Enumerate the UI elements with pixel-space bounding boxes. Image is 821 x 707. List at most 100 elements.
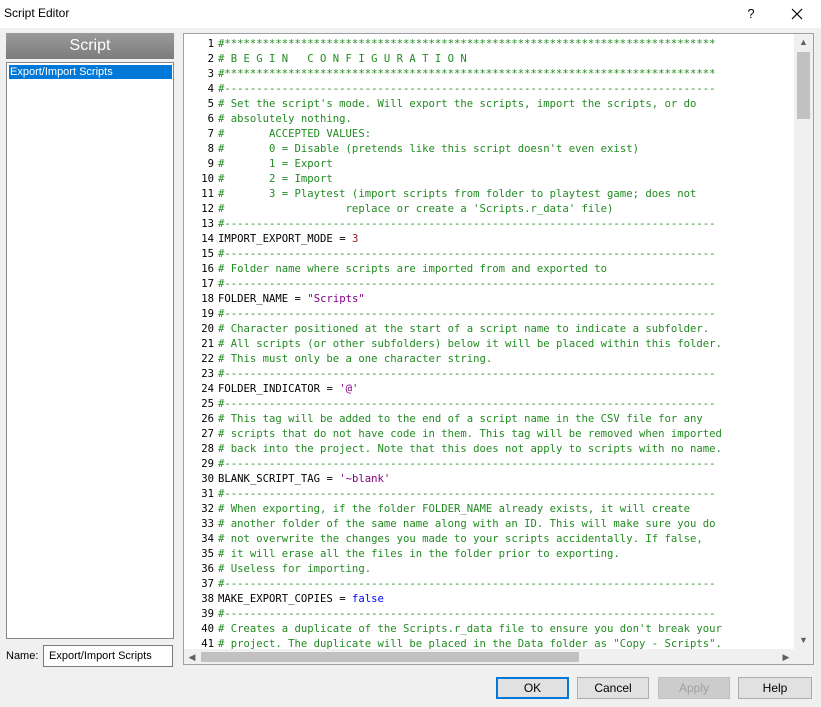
line-number: 12 bbox=[201, 203, 214, 215]
line-number: 20 bbox=[201, 323, 214, 335]
help-button[interactable]: Help bbox=[738, 677, 812, 699]
code-line[interactable]: 36 # Useless for importing. bbox=[184, 562, 780, 577]
line-number: 37 bbox=[201, 578, 214, 590]
code-line[interactable]: 1 #**************************************… bbox=[184, 37, 780, 52]
scroll-up-arrow-icon[interactable]: ▲ bbox=[794, 34, 813, 51]
code-comment: # 0 = Disable (pretends like this script… bbox=[218, 143, 639, 155]
code-line[interactable]: 7 # ACCEPTED VALUES: bbox=[184, 127, 780, 142]
code-comment: # another folder of the same name along … bbox=[218, 518, 716, 530]
line-number: 23 bbox=[201, 368, 214, 380]
help-title-button[interactable]: ? bbox=[736, 0, 766, 28]
code-line[interactable]: 10 # 2 = Import bbox=[184, 172, 780, 187]
code-line[interactable]: 25 #-------------------------------------… bbox=[184, 397, 780, 412]
code-line[interactable]: 29 #-------------------------------------… bbox=[184, 457, 780, 472]
code-comment: # Set the script's mode. Will export the… bbox=[218, 98, 697, 110]
code-assignment: FOLDER_NAME = "Scripts" bbox=[214, 292, 365, 307]
code-comment: #---------------------------------------… bbox=[218, 608, 716, 620]
code-line[interactable]: 26 # This tag will be added to the end of… bbox=[184, 412, 780, 427]
code-line[interactable]: 2 # B E G I N C O N F I G U R A T I O N bbox=[184, 52, 780, 67]
code-line[interactable]: 24 FOLDER_INDICATOR = '@' bbox=[184, 382, 780, 397]
close-icon bbox=[791, 8, 803, 20]
vertical-scrollbar[interactable]: ▲ ▼ bbox=[794, 34, 813, 649]
code-line[interactable]: 6 # absolutely nothing. bbox=[184, 112, 780, 127]
line-number: 10 bbox=[201, 173, 214, 185]
code-comment: # B E G I N C O N F I G U R A T I O N bbox=[218, 53, 467, 65]
code-line[interactable]: 9 # 1 = Export bbox=[184, 157, 780, 172]
line-number: 3 bbox=[207, 68, 214, 80]
code-line[interactable]: 18 FOLDER_NAME = "Scripts" bbox=[184, 292, 780, 307]
name-input[interactable]: Export/Import Scripts bbox=[43, 645, 173, 667]
assign-operator: = bbox=[320, 383, 340, 395]
line-number: 34 bbox=[201, 533, 214, 545]
code-line[interactable]: 23 #-------------------------------------… bbox=[184, 367, 780, 382]
line-number: 9 bbox=[207, 158, 214, 170]
code-line[interactable]: 4 #--------------------------------------… bbox=[184, 82, 780, 97]
code-line[interactable]: 15 #-------------------------------------… bbox=[184, 247, 780, 262]
line-number: 4 bbox=[207, 83, 214, 95]
line-number: 7 bbox=[207, 128, 214, 140]
code-line[interactable]: 3 #**************************************… bbox=[184, 67, 780, 82]
code-line[interactable]: 13 #-------------------------------------… bbox=[184, 217, 780, 232]
line-number: 21 bbox=[201, 338, 214, 350]
code-comment: # not overwrite the changes you made to … bbox=[218, 533, 703, 545]
code-line[interactable]: 32 # When exporting, if the folder FOLDER… bbox=[184, 502, 780, 517]
cancel-button[interactable]: Cancel bbox=[577, 677, 649, 699]
constant-value: '@' bbox=[339, 383, 359, 395]
line-number: 27 bbox=[201, 428, 214, 440]
code-comment: # 2 = Import bbox=[218, 173, 333, 185]
code-comment: #---------------------------------------… bbox=[218, 83, 716, 95]
horizontal-scroll-thumb[interactable] bbox=[201, 652, 579, 662]
script-list-item[interactable]: Export/Import Scripts bbox=[9, 65, 172, 79]
code-line[interactable]: 27 # scripts that do not have code in the… bbox=[184, 427, 780, 442]
scroll-right-arrow-icon[interactable]: ▶ bbox=[778, 649, 794, 664]
code-comment: #***************************************… bbox=[218, 68, 716, 80]
code-line[interactable]: 19 #-------------------------------------… bbox=[184, 307, 780, 322]
code-line[interactable]: 34 # not overwrite the changes you made t… bbox=[184, 532, 780, 547]
line-number: 8 bbox=[207, 143, 214, 155]
code-line[interactable]: 22 # This must only be a one character st… bbox=[184, 352, 780, 367]
line-number: 13 bbox=[201, 218, 214, 230]
scroll-left-arrow-icon[interactable]: ◀ bbox=[184, 649, 200, 664]
constant-name: FOLDER_INDICATOR bbox=[218, 383, 321, 395]
code-line[interactable]: 28 # back into the project. Note that thi… bbox=[184, 442, 780, 457]
code-line[interactable]: 11 # 3 = Playtest (import scripts from fo… bbox=[184, 187, 780, 202]
code-editor[interactable]: 1 #**************************************… bbox=[183, 33, 814, 665]
code-line[interactable]: 5 # Set the script's mode. Will export th… bbox=[184, 97, 780, 112]
code-comment: # Folder name where scripts are imported… bbox=[218, 263, 608, 275]
script-list-header: Script bbox=[6, 33, 174, 59]
horizontal-scrollbar[interactable]: ◀ ▶ bbox=[184, 649, 794, 664]
assign-operator: = bbox=[288, 293, 308, 305]
code-line[interactable]: 14 IMPORT_EXPORT_MODE = 3 bbox=[184, 232, 780, 247]
constant-value: false bbox=[351, 593, 384, 605]
code-line[interactable]: 35 # it will erase all the files in the f… bbox=[184, 547, 780, 562]
assign-operator: = bbox=[332, 233, 352, 245]
name-label: Name: bbox=[6, 650, 39, 662]
code-line[interactable]: 37 #-------------------------------------… bbox=[184, 577, 780, 592]
code-line[interactable]: 30 BLANK_SCRIPT_TAG = '~blank' bbox=[184, 472, 780, 487]
line-number: 18 bbox=[201, 293, 214, 305]
code-line[interactable]: 21 # All scripts (or other subfolders) be… bbox=[184, 337, 780, 352]
line-number: 5 bbox=[207, 98, 214, 110]
code-line[interactable]: 39 #-------------------------------------… bbox=[184, 607, 780, 622]
code-line[interactable]: 8 # 0 = Disable (pretends like this scrip… bbox=[184, 142, 780, 157]
line-number: 26 bbox=[201, 413, 214, 425]
code-line[interactable]: 38 MAKE_EXPORT_COPIES = false bbox=[184, 592, 780, 607]
code-line[interactable]: 16 # Folder name where scripts are import… bbox=[184, 262, 780, 277]
code-line[interactable]: 12 # replace or create a 'Scripts.r_data'… bbox=[184, 202, 780, 217]
code-comment: # back into the project. Note that this … bbox=[218, 443, 722, 455]
close-button[interactable] bbox=[782, 0, 812, 28]
line-number: 1 bbox=[207, 38, 214, 50]
script-list[interactable]: Export/Import Scripts bbox=[6, 62, 174, 639]
code-line[interactable]: 31 #-------------------------------------… bbox=[184, 487, 780, 502]
code-line[interactable]: 33 # another folder of the same name alon… bbox=[184, 517, 780, 532]
code-area[interactable]: 1 #**************************************… bbox=[184, 37, 780, 651]
line-number: 36 bbox=[201, 563, 214, 575]
vertical-scroll-thumb[interactable] bbox=[797, 52, 810, 119]
code-line[interactable]: 20 # Character positioned at the start of… bbox=[184, 322, 780, 337]
scroll-down-arrow-icon[interactable]: ▼ bbox=[794, 632, 813, 649]
code-line[interactable]: 40 # Creates a duplicate of the Scripts.r… bbox=[184, 622, 780, 637]
ok-button[interactable]: OK bbox=[496, 677, 569, 699]
code-comment: # This tag will be added to the end of a… bbox=[218, 413, 703, 425]
apply-button[interactable]: Apply bbox=[658, 677, 730, 699]
code-line[interactable]: 17 #-------------------------------------… bbox=[184, 277, 780, 292]
